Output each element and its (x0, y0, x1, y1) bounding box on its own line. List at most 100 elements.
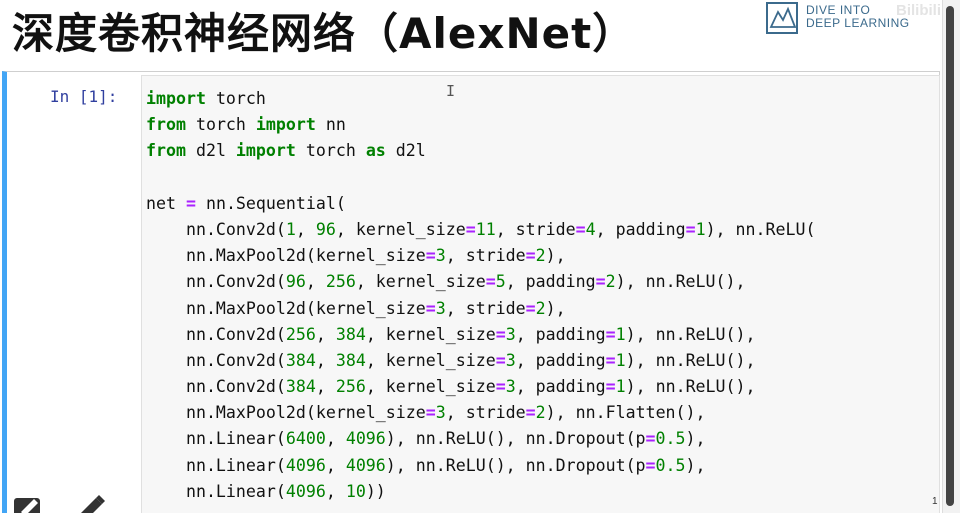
code-token: nn.Linear( (146, 481, 286, 501)
code-number: 2 (535, 246, 546, 266)
pencil-icon[interactable] (12, 492, 46, 513)
code-keyword: import (255, 115, 316, 135)
code-token: nn.Conv2d( (146, 350, 286, 370)
code-token: nn (315, 115, 346, 135)
code-block: import torch from torch import nn from d2l… (146, 86, 815, 505)
code-line: nn.MaxPool2d(kernel_size=3, stride=2), (146, 243, 815, 269)
code-token: , padding (595, 219, 686, 239)
code-token: torch (205, 89, 266, 108)
code-line: net = nn.Sequential( (146, 191, 815, 217)
code-operator: = (495, 350, 506, 370)
code-token: , stride (495, 219, 576, 239)
scrollbar-thumb[interactable] (946, 6, 954, 506)
code-number: 11 (475, 219, 496, 239)
code-number: 3 (435, 246, 446, 266)
page-indicator: 1 (932, 496, 938, 507)
code-number: 1 (615, 324, 626, 344)
code-number: 4096 (285, 481, 326, 501)
code-line: nn.Linear(6400, 4096), nn.ReLU(), nn.Dro… (146, 426, 815, 452)
code-number: 2 (535, 403, 546, 423)
code-keyword: import (235, 141, 296, 161)
i-beam-cursor-icon: I (446, 82, 456, 100)
code-token: , stride (445, 246, 526, 266)
code-token: ), nn.ReLU( (705, 219, 816, 239)
code-keyword: from (146, 115, 186, 135)
code-number: 3 (435, 298, 446, 318)
code-token: , stride (445, 298, 526, 318)
code-token: nn.Conv2d( (146, 219, 286, 239)
slide-page: 深度卷积神经网络（AlexNet） DIVE INTO DEEP LEARNIN… (0, 0, 960, 513)
code-token: )) (365, 481, 386, 501)
code-token: ), (685, 429, 706, 449)
code-keyword: from (146, 141, 186, 161)
code-number: 3 (435, 403, 446, 423)
code-operator: = (575, 219, 586, 239)
code-number: 256 (285, 324, 316, 344)
code-token: ), (545, 246, 566, 266)
code-number: 3 (505, 377, 516, 397)
code-token: nn.MaxPool2d(kernel_size (146, 246, 426, 266)
code-operator: = (495, 324, 506, 344)
code-token: , kernel_size (335, 219, 466, 239)
code-token: , kernel_size (365, 377, 496, 397)
code-operator: = (645, 455, 656, 475)
code-number: 1 (285, 219, 296, 239)
code-token: , (315, 377, 336, 397)
code-operator: = (465, 219, 476, 239)
code-token: , kernel_size (365, 324, 496, 344)
code-token: , kernel_size (365, 350, 496, 370)
code-keyword: import (146, 89, 206, 108)
code-number: 4096 (285, 455, 326, 475)
code-token: nn.MaxPool2d(kernel_size (146, 403, 426, 423)
code-editor[interactable]: import torch from torch import nn from d2l… (141, 75, 940, 513)
code-line: nn.Linear(4096, 10)) (146, 479, 815, 505)
code-number: 96 (315, 219, 336, 239)
code-number: 10 (345, 481, 366, 501)
code-number: 4 (585, 219, 596, 239)
code-token: , padding (515, 324, 606, 344)
logo-text: DIVE INTO DEEP LEARNING (806, 4, 910, 30)
code-number: 384 (285, 377, 316, 397)
code-token: ), (685, 455, 706, 475)
code-token: , padding (505, 272, 596, 292)
code-token: ), nn.ReLU(), nn.Dropout(p (385, 455, 646, 475)
code-number: 2 (535, 298, 546, 318)
code-operator: = (595, 272, 606, 292)
code-operator: = (185, 193, 196, 213)
code-token: , (295, 219, 316, 239)
code-number: 4096 (345, 455, 386, 475)
code-line: nn.Conv2d(384, 384, kernel_size=3, paddi… (146, 348, 815, 374)
code-token: , (305, 272, 326, 292)
code-number: 96 (285, 272, 306, 292)
code-operator: = (645, 429, 656, 449)
code-token: , padding (515, 377, 606, 397)
code-operator: = (605, 377, 616, 397)
code-number: 256 (325, 272, 356, 292)
code-token: torch (185, 115, 256, 135)
code-token: torch (295, 141, 366, 161)
code-token: , padding (515, 350, 606, 370)
code-token: nn.Conv2d( (146, 324, 286, 344)
code-line: nn.Conv2d(1, 96, kernel_size=11, stride=… (146, 217, 816, 243)
code-token: , (325, 455, 346, 475)
code-number: 6400 (285, 429, 326, 449)
code-token: , (315, 324, 336, 344)
code-number: 3 (505, 350, 516, 370)
code-operator: = (605, 324, 616, 344)
code-number: 3 (505, 324, 516, 344)
code-token: ), nn.ReLU(), nn.Dropout(p (385, 429, 646, 449)
code-line: nn.Conv2d(384, 256, kernel_size=3, paddi… (146, 374, 815, 400)
code-number: 384 (335, 324, 366, 344)
code-operator: = (485, 272, 496, 292)
code-token: nn.Sequential( (195, 193, 346, 213)
code-token: , (315, 350, 336, 370)
logo-line-2: DEEP LEARNING (806, 16, 910, 30)
code-operator: = (525, 403, 536, 423)
code-number: 4096 (345, 429, 386, 449)
code-operator: = (525, 246, 536, 266)
code-token: ), nn.ReLU(), (625, 324, 756, 344)
code-token: nn.Conv2d( (146, 272, 286, 292)
bilibili-watermark: Bilibili (896, 2, 941, 19)
pencil-icon[interactable] (74, 492, 108, 513)
code-line: nn.Linear(4096, 4096), nn.ReLU(), nn.Dro… (146, 453, 815, 479)
